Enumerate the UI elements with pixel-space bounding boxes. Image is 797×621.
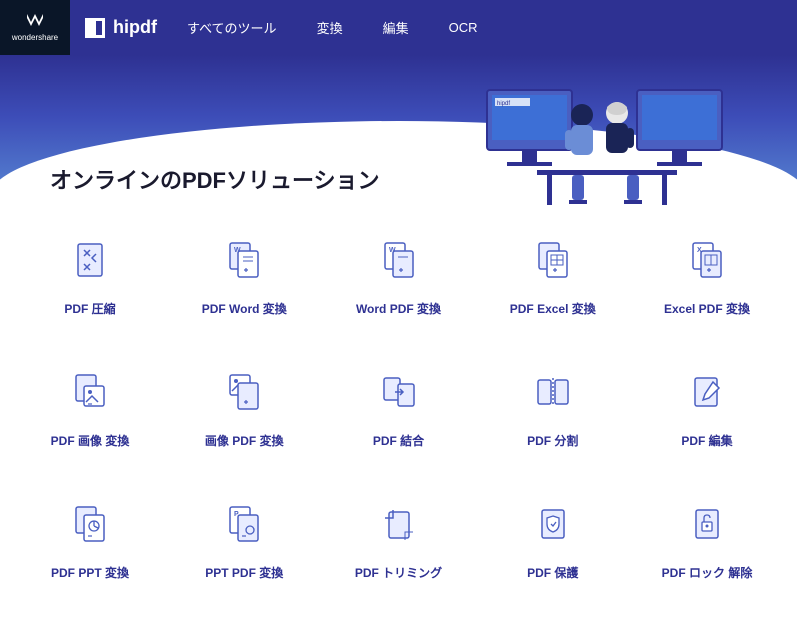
hero: hipdf オンラインのPDFソリューション <box>0 55 797 210</box>
word-pdf-icon: W <box>379 240 419 280</box>
wondershare-icon <box>27 13 43 31</box>
tool-pdf-to-ppt[interactable]: PDF PPT 変換 <box>20 504 160 581</box>
tool-label: PDF PPT 変換 <box>51 564 129 581</box>
tool-label: PDF 編集 <box>681 432 732 449</box>
tool-label: PDF 画像 変換 <box>51 432 130 449</box>
hipdf-logo[interactable]: hipdf <box>85 17 157 38</box>
nav-ocr[interactable]: OCR <box>449 20 478 35</box>
nav-convert[interactable]: 変換 <box>317 18 343 37</box>
tool-label: PDF 保護 <box>527 564 578 581</box>
image-pdf-icon <box>224 372 264 412</box>
tool-pdf-to-excel[interactable]: PDF Excel 変換 <box>483 240 623 317</box>
tool-image-to-pdf[interactable]: 画像 PDF 変換 <box>174 372 314 449</box>
hero-illustration: hipdf <box>477 75 757 205</box>
tool-label: PDF Excel 変換 <box>510 300 596 317</box>
pdf-excel-icon <box>533 240 573 280</box>
pdf-word-icon: W <box>224 240 264 280</box>
nav-edit[interactable]: 編集 <box>383 18 409 37</box>
tool-row: PDF 圧縮 W PDF Word 変換 W Word PDF 変換 PDF E… <box>20 240 777 317</box>
edit-icon <box>687 372 727 412</box>
tool-pdf-protect[interactable]: PDF 保護 <box>483 504 623 581</box>
pdf-image-icon <box>70 372 110 412</box>
split-icon <box>533 372 573 412</box>
navbar: hipdf すべてのツール 変換 編集 OCR <box>70 0 797 55</box>
tool-pdf-edit[interactable]: PDF 編集 <box>637 372 777 449</box>
protect-icon <box>533 504 573 544</box>
hipdf-logo-icon <box>85 18 105 38</box>
tool-row: PDF PPT 変換 P PPT PDF 変換 PDF トリミング PDF 保護… <box>20 504 777 581</box>
wondershare-brand[interactable]: wondershare <box>0 0 70 55</box>
tool-word-to-pdf[interactable]: W Word PDF 変換 <box>329 240 469 317</box>
tool-label: PDF 圧縮 <box>64 300 115 317</box>
tool-label: PPT PDF 変換 <box>205 564 283 581</box>
tool-row: PDF 画像 変換 画像 PDF 変換 PDF 結合 PDF 分割 PDF 編集 <box>20 372 777 449</box>
tool-label: PDF ロック 解除 <box>662 564 753 581</box>
tool-label: PDF 結合 <box>373 432 424 449</box>
tool-label: 画像 PDF 変換 <box>205 432 284 449</box>
tool-excel-to-pdf[interactable]: X Excel PDF 変換 <box>637 240 777 317</box>
tool-label: PDF トリミング <box>355 564 442 581</box>
page-title: オンラインのPDFソリューション <box>50 163 380 195</box>
nav-all-tools[interactable]: すべてのツール <box>187 18 277 37</box>
merge-icon <box>379 372 419 412</box>
tool-pdf-split[interactable]: PDF 分割 <box>483 372 623 449</box>
topbar: wondershare hipdf すべてのツール 変換 編集 OCR <box>0 0 797 55</box>
compress-icon <box>70 240 110 280</box>
tool-pdf-to-word[interactable]: W PDF Word 変換 <box>174 240 314 317</box>
tool-pdf-crop[interactable]: PDF トリミング <box>329 504 469 581</box>
unlock-icon <box>687 504 727 544</box>
tool-pdf-to-image[interactable]: PDF 画像 変換 <box>20 372 160 449</box>
tool-label: Excel PDF 変換 <box>664 300 750 317</box>
tools-grid: PDF 圧縮 W PDF Word 変換 W Word PDF 変換 PDF E… <box>0 210 797 621</box>
tool-label: Word PDF 変換 <box>356 300 441 317</box>
ppt-pdf-icon: P <box>224 504 264 544</box>
hipdf-logo-text: hipdf <box>113 17 157 38</box>
tool-pdf-compress[interactable]: PDF 圧縮 <box>20 240 160 317</box>
excel-pdf-icon: X <box>687 240 727 280</box>
svg-text:W: W <box>234 247 241 254</box>
crop-icon <box>379 504 419 544</box>
tool-ppt-to-pdf[interactable]: P PPT PDF 変換 <box>174 504 314 581</box>
tool-label: PDF Word 変換 <box>202 300 287 317</box>
pdf-ppt-icon <box>70 504 110 544</box>
tool-pdf-unlock[interactable]: PDF ロック 解除 <box>637 504 777 581</box>
tool-pdf-merge[interactable]: PDF 結合 <box>329 372 469 449</box>
tool-label: PDF 分割 <box>527 432 578 449</box>
svg-text:hipdf: hipdf <box>497 101 510 107</box>
wondershare-label: wondershare <box>12 33 58 42</box>
